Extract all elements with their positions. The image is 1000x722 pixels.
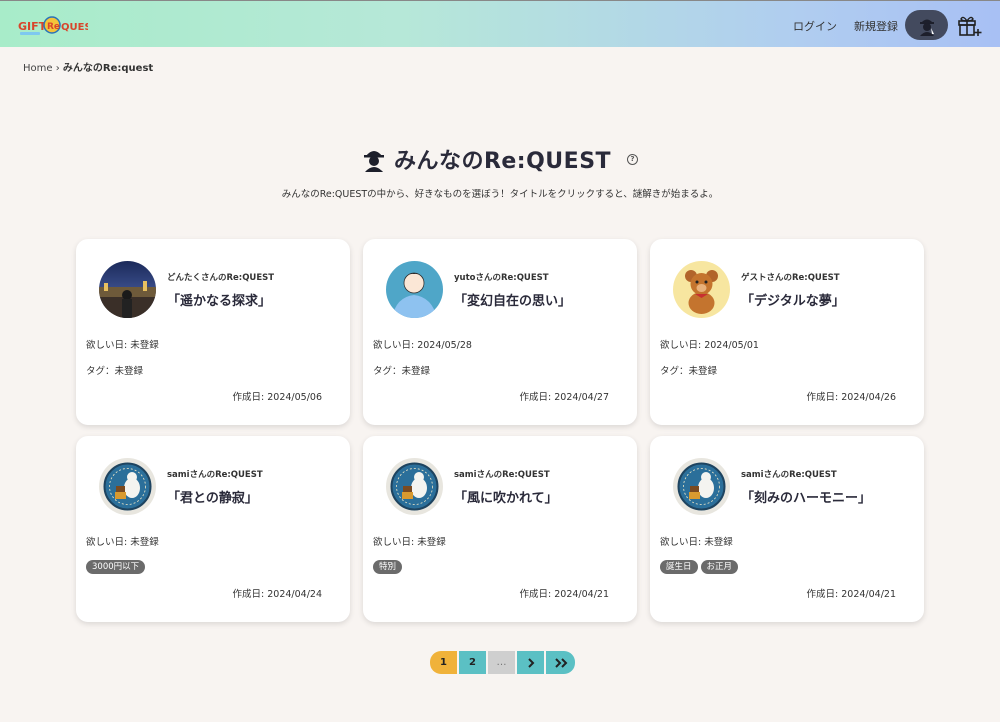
page-subtitle: みんなのRe:QUESTの中から、好きなものを選ぼう！タイトルをクリックすると、… [281,189,719,200]
quest-card[interactable]: samiさんのRe:QUEST 「刻みのハーモニー」欲しい日: 未登録 誕生日 お正月… [650,436,924,622]
signup-link[interactable]: 新規登録 [854,18,898,34]
user-menu-button[interactable] [905,10,948,40]
card-title[interactable]: 「変幻自在の思い」 [454,290,571,309]
quest-card[interactable]: samiさんのRe:QUEST 「君との静寂」欲しい日: 未登録 3000円以下作成… [76,436,350,622]
card-tag-label: タグ：未登録 [373,366,431,377]
owner-avatar [99,261,156,318]
quest-card[interactable]: どんたくさんのRe:QUEST 「遥かなる探求」欲しい日: 未登録 タグ：未登録作成… [76,239,350,425]
owner-avatar [386,261,443,318]
next-page-button[interactable] [517,651,544,674]
detective-user-icon [919,19,934,36]
card-created-date: 作成日: 2024/04/27 [519,392,609,403]
page-title: みんなのRe:QUEST [393,149,612,174]
card-tags: タグ：未登録 [86,363,143,377]
card-owner: ゲストさんのRe:QUEST [741,273,840,283]
tag-badge: 3000円以下 [86,560,146,574]
quest-card[interactable]: samiさんのRe:QUEST 「風に吹かれて」欲しい日: 未登録 特別作成日: 2… [363,436,637,622]
card-tags: 特別 [373,560,403,574]
card-title[interactable]: 「デジタルな夢」 [741,290,845,309]
svg-text:Re: Re [47,22,60,32]
card-created-date: 作成日: 2024/04/24 [232,589,322,600]
pagination-ellipsis: … [488,651,515,674]
breadcrumb-current: みんなのRe:quest [62,63,154,74]
gift-quest-logo[interactable]: GIFT Re QUEST [16,13,88,37]
site-header: GIFT Re QUEST ログイン 新規登録 [0,0,1000,47]
card-tags: タグ：未登録 [373,363,430,377]
card-created-date: 作成日: 2024/04/26 [806,392,896,403]
help-icon[interactable]: ? [627,153,639,165]
owner-avatar [386,458,443,515]
detective-icon [363,151,384,172]
card-created-date: 作成日: 2024/04/21 [519,589,609,600]
svg-text:GIFT: GIFT [18,20,47,33]
tag-badge: お正月 [700,560,739,574]
quest-card[interactable]: ゲストさんのRe:QUEST 「デジタルな夢」欲しい日: 2024/05/01 タグ… [650,239,924,425]
gift-add-icon[interactable] [957,13,983,37]
tag-badge: 特別 [373,560,403,574]
card-wanted-date: 欲しい日: 未登録 [660,537,733,548]
card-wanted-date: 欲しい日: 未登録 [373,537,446,548]
card-title[interactable]: 「遥かなる探求」 [167,290,271,309]
login-link[interactable]: ログイン [793,18,837,34]
chevron-right-icon [527,657,534,668]
tag-badge: 誕生日 [660,560,698,574]
double-chevron-right-icon [554,657,567,668]
page-title-row: みんなのRe:QUEST ? [0,143,1000,175]
card-created-date: 作成日: 2024/04/21 [806,589,896,600]
card-owner: samiさんのRe:QUEST [454,470,550,480]
card-tag-label: タグ：未登録 [660,366,718,377]
breadcrumb-separator: › [55,63,60,74]
card-tags: 3000円以下 [86,560,146,574]
breadcrumb-home[interactable]: Home [23,63,53,74]
card-title[interactable]: 「君との静寂」 [167,487,258,506]
card-wanted-date: 欲しい日: 2024/05/01 [660,340,759,351]
owner-avatar [673,261,730,318]
card-tags: 誕生日 お正月 [660,560,739,574]
quest-card[interactable]: yutoさんのRe:QUEST 「変幻自在の思い」欲しい日: 2024/05/28… [363,239,637,425]
card-owner: samiさんのRe:QUEST [167,470,263,480]
card-created-date: 作成日: 2024/05/06 [232,392,322,403]
card-tag-label: タグ：未登録 [86,366,144,377]
card-wanted-date: 欲しい日: 未登録 [86,537,159,548]
last-page-button[interactable] [546,651,575,674]
svg-text:QUEST: QUEST [61,22,88,33]
owner-avatar [99,458,156,515]
breadcrumb: Home › みんなのRe:quest [23,59,153,74]
page-button-1[interactable]: 1 [430,651,457,674]
pagination: 1 2 … [430,651,575,674]
card-title[interactable]: 「刻みのハーモニー」 [741,487,871,506]
card-owner: どんたくさんのRe:QUEST [167,273,275,283]
card-owner: samiさんのRe:QUEST [741,470,837,480]
card-wanted-date: 欲しい日: 未登録 [86,340,159,351]
card-title[interactable]: 「風に吹かれて」 [454,487,558,506]
card-owner: yutoさんのRe:QUEST [454,273,549,283]
card-wanted-date: 欲しい日: 2024/05/28 [373,340,472,351]
page-button-2[interactable]: 2 [459,651,486,674]
card-tags: タグ：未登録 [660,363,717,377]
owner-avatar [673,458,730,515]
